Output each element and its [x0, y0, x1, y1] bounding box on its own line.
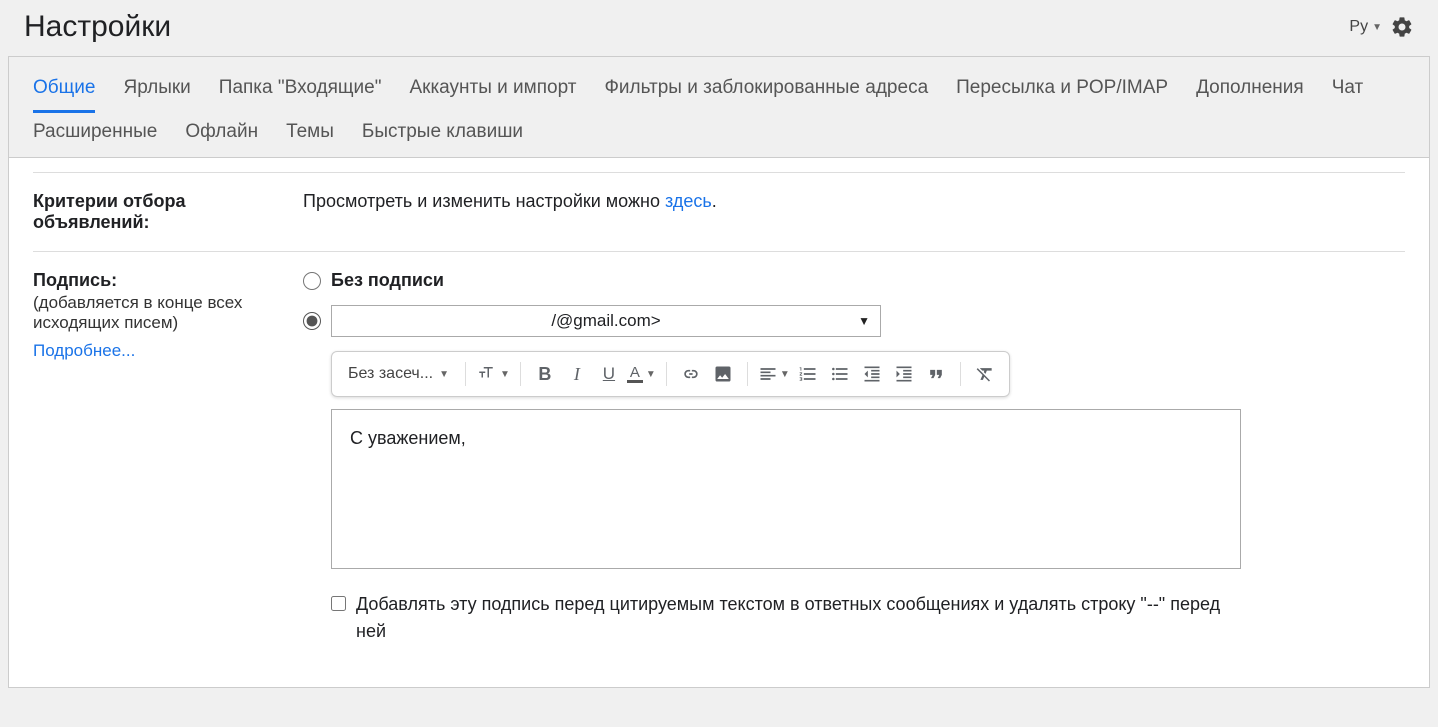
text-color-button[interactable]: A ▼ — [627, 360, 656, 388]
ads-link[interactable]: здесь — [665, 191, 712, 211]
ads-value: Просмотреть и изменить настройки можно з… — [303, 191, 1405, 212]
underline-button[interactable]: U — [595, 360, 623, 388]
text-color-icon: A — [627, 365, 643, 383]
indent-less-button[interactable] — [858, 360, 886, 388]
gear-icon — [1390, 15, 1414, 39]
settings-tabs: Общие Ярлыки Папка "Входящие" Аккаунты и… — [9, 57, 1429, 158]
align-left-icon — [758, 364, 778, 384]
caret-down-icon: ▼ — [439, 369, 449, 380]
italic-button[interactable]: I — [563, 360, 591, 388]
tab-general[interactable]: Общие — [19, 69, 109, 113]
signature-label: Подпись: — [33, 270, 283, 291]
signature-editor[interactable]: С уважением, — [331, 409, 1241, 569]
tab-filters[interactable]: Фильтры и заблокированные адреса — [590, 69, 942, 113]
page-title: Настройки — [24, 10, 171, 44]
numbered-list-button[interactable] — [794, 360, 822, 388]
insert-image-button[interactable] — [709, 360, 737, 388]
tab-forwarding[interactable]: Пересылка и POP/IMAP — [942, 69, 1182, 113]
bullet-list-icon — [830, 364, 850, 384]
bold-button[interactable]: B — [531, 360, 559, 388]
font-family-value: Без засеч... — [348, 365, 433, 383]
quote-button[interactable] — [922, 360, 950, 388]
tab-shortcuts[interactable]: Быстрые клавиши — [348, 113, 537, 157]
bullet-list-button[interactable] — [826, 360, 854, 388]
tab-inbox[interactable]: Папка "Входящие" — [205, 69, 396, 113]
indent-more-icon — [894, 364, 914, 384]
account-select-value: /@gmail.com> — [551, 311, 660, 331]
setting-row-signature: Подпись: (добавляется в конце всех исход… — [33, 252, 1405, 663]
settings-gear-button[interactable] — [1390, 15, 1414, 39]
remove-format-icon — [975, 364, 995, 384]
signature-content: С уважением, — [350, 428, 466, 448]
settings-body: Критерии отбора объявлений: Просмотреть … — [9, 172, 1429, 687]
no-signature-label: Без подписи — [331, 270, 444, 291]
tab-addons[interactable]: Дополнения — [1182, 69, 1318, 113]
tab-offline[interactable]: Офлайн — [171, 113, 272, 157]
signature-learn-more-link[interactable]: Подробнее... — [33, 341, 135, 361]
signature-before-quote-label: Добавлять эту подпись перед цитируемым т… — [356, 591, 1226, 645]
language-selector[interactable]: Ру ▼ — [1349, 18, 1382, 36]
signature-sublabel: (добавляется в конце всех исходящих писе… — [33, 293, 283, 333]
remove-formatting-button[interactable] — [971, 360, 999, 388]
signature-editor-toolbar: Без засеч... ▼ ▼ B I U A — [331, 351, 1010, 397]
link-icon — [681, 364, 701, 384]
tab-advanced[interactable]: Расширенные — [19, 113, 171, 157]
radio-no-signature[interactable] — [303, 272, 321, 290]
link-button[interactable] — [677, 360, 705, 388]
caret-down-icon: ▼ — [1372, 22, 1382, 33]
language-label: Ру — [1349, 18, 1368, 36]
toolbar-separator — [465, 362, 466, 386]
setting-row-ads: Критерии отбора объявлений: Просмотреть … — [33, 172, 1405, 252]
align-button[interactable]: ▼ — [758, 360, 790, 388]
tab-accounts[interactable]: Аккаунты и импорт — [395, 69, 590, 113]
indent-less-icon — [862, 364, 882, 384]
caret-down-icon: ▼ — [500, 369, 510, 380]
tab-themes[interactable]: Темы — [272, 113, 348, 157]
ads-label: Критерии отбора объявлений: — [33, 191, 283, 233]
quote-icon — [926, 364, 946, 384]
font-size-button[interactable]: ▼ — [476, 360, 510, 388]
caret-down-icon: ▼ — [780, 369, 790, 380]
toolbar-separator — [960, 362, 961, 386]
ads-text-suffix: . — [712, 191, 717, 211]
header-bar: Настройки Ру ▼ — [0, 0, 1438, 56]
caret-down-icon: ▼ — [646, 369, 656, 380]
toolbar-separator — [520, 362, 521, 386]
radio-use-signature[interactable] — [303, 312, 321, 330]
font-family-selector[interactable]: Без засеч... ▼ — [342, 365, 455, 383]
numbered-list-icon — [798, 364, 818, 384]
toolbar-separator — [666, 362, 667, 386]
signature-before-quote-checkbox[interactable] — [331, 596, 346, 611]
tab-labels[interactable]: Ярлыки — [109, 69, 204, 113]
tab-chat[interactable]: Чат — [1318, 69, 1378, 113]
toolbar-separator — [747, 362, 748, 386]
indent-more-button[interactable] — [890, 360, 918, 388]
font-size-icon — [476, 364, 498, 384]
ads-text-prefix: Просмотреть и изменить настройки можно — [303, 191, 665, 211]
signature-account-select[interactable]: /@gmail.com> — [331, 305, 881, 337]
settings-panel: Общие Ярлыки Папка "Входящие" Аккаунты и… — [8, 56, 1430, 688]
image-icon — [713, 364, 733, 384]
